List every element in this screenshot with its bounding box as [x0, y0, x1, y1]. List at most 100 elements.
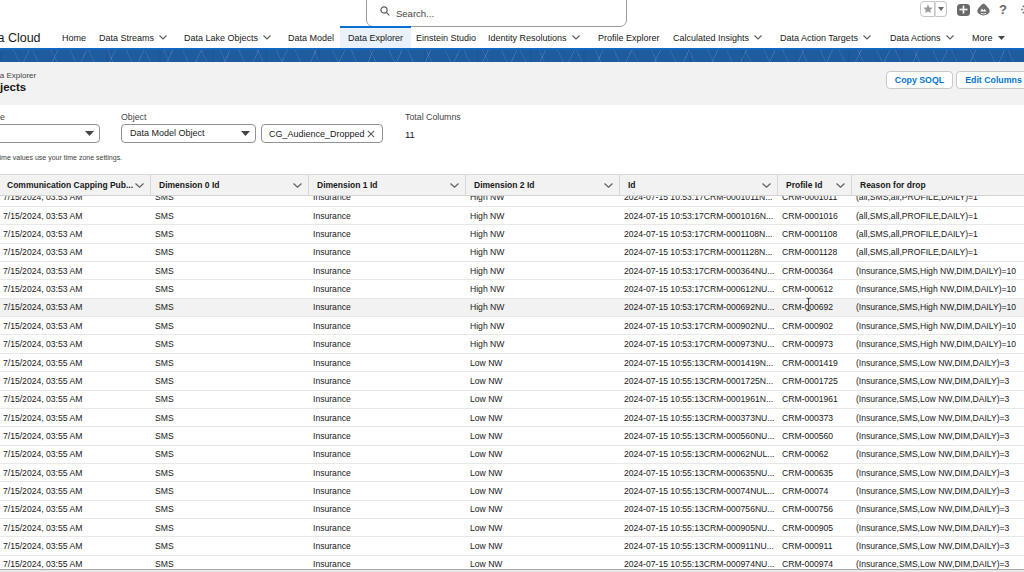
- table-cell: 7/15/2024, 03:53 AM: [0, 196, 151, 206]
- table-cell: Insurance: [309, 225, 466, 242]
- table-cell: Insurance: [309, 501, 466, 518]
- quick-create-button[interactable]: [957, 4, 970, 17]
- nav-tab-einstein-studio[interactable]: Einstein Studio: [416, 27, 476, 48]
- table-row[interactable]: 7/15/2024, 03:53 AMSMSInsuranceHigh NW20…: [0, 317, 1024, 335]
- nav-tab-more[interactable]: More: [972, 27, 1005, 48]
- cell-text: 2024-07-15 10:53:17CRM-000364NU...: [624, 266, 774, 276]
- cell-text: 7/15/2024, 03:55 AM: [3, 504, 82, 514]
- table-cell: CRM-0001725: [778, 372, 852, 389]
- column-header-2[interactable]: Dimension 0 Id: [151, 175, 309, 195]
- setup-gear-icon[interactable]: [1020, 3, 1024, 16]
- caret-down-icon: [241, 131, 250, 136]
- table-row[interactable]: 7/15/2024, 03:55 AMSMSInsuranceLow NW202…: [0, 519, 1024, 537]
- cell-text: CRM-0001128: [782, 247, 837, 257]
- data-space-select[interactable]: [0, 124, 100, 143]
- table-cell: SMS: [151, 537, 309, 554]
- table-row[interactable]: 7/15/2024, 03:55 AMSMSInsuranceLow NW202…: [0, 556, 1024, 569]
- table-cell: Low NW: [466, 501, 620, 518]
- table-cell: (Insurance,SMS,Low NW,DIM,DAILY)=3: [852, 556, 1024, 569]
- edit-columns-button[interactable]: Edit Columns: [956, 71, 1024, 90]
- table-cell: CRM-0001128: [778, 244, 852, 261]
- nav-tab-identity-resolutions[interactable]: Identity Resolutions: [488, 27, 580, 48]
- nav-tab-data-action-targets[interactable]: Data Action Targets: [780, 27, 871, 48]
- column-header-6[interactable]: Profile Id: [778, 175, 852, 195]
- table-row[interactable]: 7/15/2024, 03:53 AMSMSInsuranceHigh NW20…: [0, 244, 1024, 262]
- cell-text: (Insurance,SMS,Low NW,DIM,DAILY)=3: [856, 376, 1009, 386]
- favorites-star-button[interactable]: [920, 1, 935, 17]
- cell-text: Insurance: [313, 394, 351, 404]
- column-header-1[interactable]: Communication Capping Pub...: [0, 175, 151, 195]
- table-row[interactable]: 7/15/2024, 03:55 AMSMSInsuranceLow NW202…: [0, 482, 1024, 500]
- nav-tab-profile-explorer[interactable]: Profile Explorer: [598, 27, 660, 48]
- nav-tab-data-model[interactable]: Data Model: [288, 27, 334, 48]
- cell-text: Insurance: [313, 504, 351, 514]
- horizontal-scrollbar[interactable]: [0, 569, 1024, 572]
- table-row[interactable]: 7/15/2024, 03:55 AMSMSInsuranceLow NW202…: [0, 446, 1024, 464]
- table-cell: (Insurance,SMS,Low NW,DIM,DAILY)=3: [852, 354, 1024, 371]
- remove-pill-icon[interactable]: [367, 130, 375, 138]
- table-cell: SMS: [151, 280, 309, 297]
- column-header-7[interactable]: Reason for drop: [852, 175, 1024, 195]
- cell-text: SMS: [155, 358, 174, 368]
- table-cell: Insurance: [309, 207, 466, 224]
- cell-text: Low NW: [470, 358, 502, 368]
- table-cell: CRM-000902: [778, 317, 852, 334]
- table-cell: CRM-000373: [778, 409, 852, 426]
- table-cell: SMS: [151, 317, 309, 334]
- cell-text: SMS: [155, 559, 174, 568]
- table-row[interactable]: 7/15/2024, 03:55 AMSMSInsuranceLow NW202…: [0, 409, 1024, 427]
- guidance-center-icon[interactable]: [977, 3, 990, 16]
- nav-tab-home[interactable]: Home: [62, 27, 86, 48]
- selected-object-pill[interactable]: CG_Audience_Dropped: [261, 124, 383, 143]
- cell-text: Low NW: [470, 449, 502, 459]
- table-cell: 7/15/2024, 03:55 AM: [0, 537, 151, 554]
- global-search-box[interactable]: Search...: [366, 0, 627, 27]
- column-header-3[interactable]: Dimension 1 Id: [309, 175, 466, 195]
- cell-text: (Insurance,SMS,Low NW,DIM,DAILY)=3: [856, 449, 1009, 459]
- cell-text: High NW: [470, 247, 504, 257]
- table-row[interactable]: 7/15/2024, 03:53 AMSMSInsuranceHigh NW20…: [0, 225, 1024, 243]
- cell-text: SMS: [155, 468, 174, 478]
- cell-text: High NW: [470, 229, 504, 239]
- cell-text: SMS: [155, 196, 174, 202]
- cell-text: Insurance: [313, 196, 351, 202]
- table-cell: 2024-07-15 10:53:17CRM-000612NU...: [620, 280, 778, 297]
- table-row[interactable]: 7/15/2024, 03:55 AMSMSInsuranceLow NW202…: [0, 501, 1024, 519]
- table-cell: 7/15/2024, 03:53 AM: [0, 335, 151, 352]
- table-row[interactable]: 7/15/2024, 03:53 AMSMSInsuranceHigh NW20…: [0, 196, 1024, 207]
- table-row[interactable]: 7/15/2024, 03:55 AMSMSInsuranceLow NW202…: [0, 464, 1024, 482]
- table-row[interactable]: 7/15/2024, 03:53 AMSMSInsuranceHigh NW20…: [0, 280, 1024, 298]
- table-row[interactable]: 7/15/2024, 03:53 AMSMSInsuranceHigh NW20…: [0, 262, 1024, 280]
- table-row[interactable]: 7/15/2024, 03:55 AMSMSInsuranceLow NW202…: [0, 372, 1024, 390]
- table-cell: 2024-07-15 10:55:13CRM-000905NU...: [620, 519, 778, 536]
- nav-tab-data-explorer[interactable]: Data Explorer: [340, 26, 411, 49]
- table-row[interactable]: 7/15/2024, 03:53 AMSMSInsuranceHigh NW20…: [0, 207, 1024, 225]
- nav-tab-data-actions[interactable]: Data Actions: [890, 27, 954, 48]
- cell-text: Low NW: [470, 559, 502, 568]
- nav-tab-calculated-insights[interactable]: Calculated Insights: [673, 27, 762, 48]
- table-cell: 7/15/2024, 03:55 AM: [0, 409, 151, 426]
- caret-down-icon: [938, 7, 944, 11]
- table-row[interactable]: 7/15/2024, 03:55 AMSMSInsuranceLow NW202…: [0, 427, 1024, 445]
- table-cell: CRM-0001016: [778, 207, 852, 224]
- cell-text: 7/15/2024, 03:53 AM: [3, 302, 82, 312]
- column-header-4[interactable]: Dimension 2 Id: [466, 175, 620, 195]
- table-row[interactable]: 7/15/2024, 03:53 AMSMSInsuranceHigh NW20…: [0, 335, 1024, 353]
- table-row[interactable]: 7/15/2024, 03:55 AMSMSInsuranceLow NW202…: [0, 391, 1024, 409]
- help-icon[interactable]: ?: [999, 2, 1007, 17]
- table-row[interactable]: 7/15/2024, 03:53 AMSMSInsuranceHigh NW20…: [0, 299, 1024, 317]
- cell-text: 2024-07-15 10:55:13CRM-000756NU...: [624, 504, 774, 514]
- column-header-5[interactable]: Id: [620, 175, 778, 195]
- table-row[interactable]: 7/15/2024, 03:55 AMSMSInsuranceLow NW202…: [0, 354, 1024, 372]
- cell-text: (Insurance,SMS,High NW,DIM,DAILY)=10: [856, 321, 1016, 331]
- cell-text: Low NW: [470, 413, 502, 423]
- nav-tab-data-streams[interactable]: Data Streams: [99, 27, 167, 48]
- table-row[interactable]: 7/15/2024, 03:55 AMSMSInsuranceLow NW202…: [0, 537, 1024, 555]
- nav-tab-label: Home: [62, 33, 86, 43]
- object-select[interactable]: Data Model Object: [121, 124, 256, 143]
- cell-text: 2024-07-15 10:55:13CRM-0001419N...: [624, 358, 773, 368]
- cell-text: 7/15/2024, 03:55 AM: [3, 431, 82, 441]
- nav-tab-data-lake-objects[interactable]: Data Lake Objects: [184, 27, 271, 48]
- favorites-dropdown-button[interactable]: [935, 1, 947, 17]
- copy-soql-button[interactable]: Copy SOQL: [886, 71, 953, 90]
